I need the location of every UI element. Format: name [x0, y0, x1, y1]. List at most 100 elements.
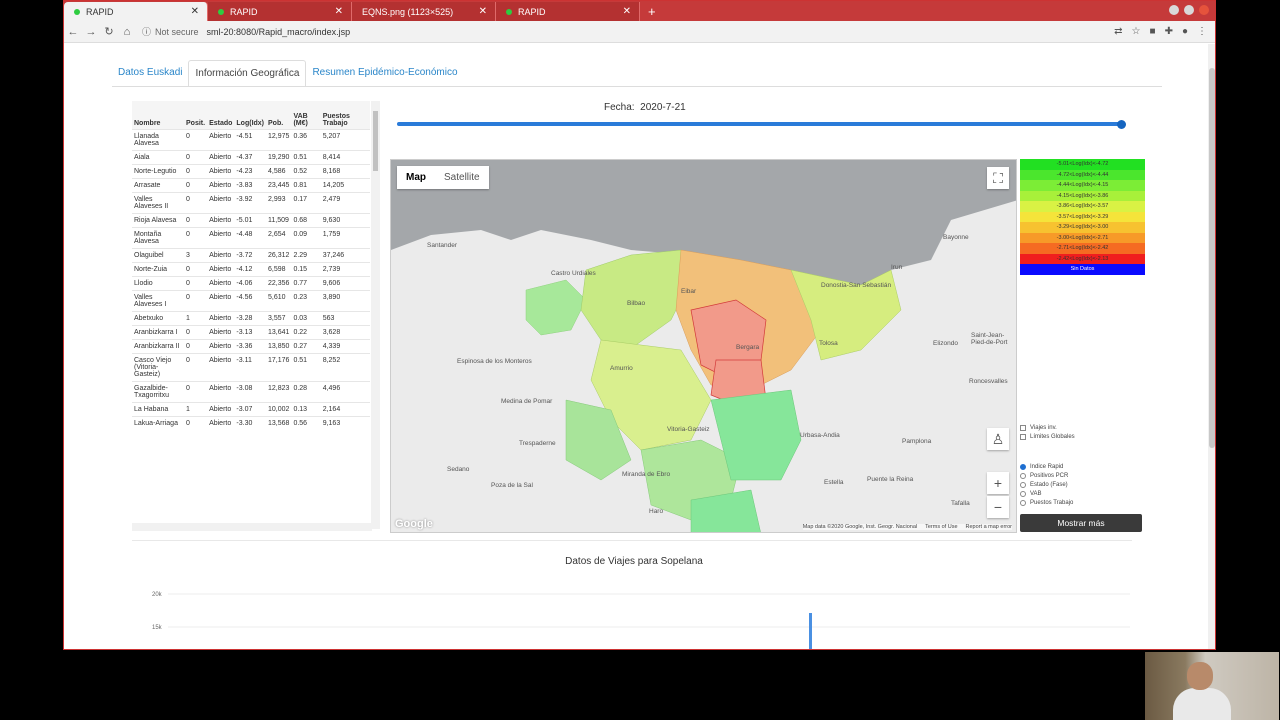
chart-bar[interactable]	[809, 613, 812, 650]
close-window-button[interactable]	[1199, 5, 1209, 15]
checkbox-limites-globales[interactable]: Límites Globales	[1020, 432, 1075, 441]
translate-icon[interactable]: ⇄	[1114, 26, 1122, 37]
table-cell: 0.15	[291, 261, 321, 276]
back-icon[interactable]: ←	[64, 26, 82, 38]
table-row[interactable]: Lakua-Arriaga 0 Abierto -3.30 13,568 0.56 9,16…	[132, 415, 370, 430]
checkbox[interactable]	[1020, 433, 1026, 440]
table-header-cell[interactable]: Posit.	[184, 101, 208, 129]
new-tab-button[interactable]: +	[640, 2, 664, 21]
map-canvas[interactable]	[391, 160, 1017, 533]
radio-positivos-pcr[interactable]: Positivos PCR	[1020, 471, 1073, 480]
legend-item: -2.71<Log(Idx)<-2.42	[1020, 243, 1145, 254]
table-row[interactable]: Olaguibel 3 Abierto -3.72 26,312 2.29 37,246	[132, 247, 370, 262]
legend-item: -3.86<Log(Idx)<-3.57	[1020, 201, 1145, 212]
page-scrollbar[interactable]	[1208, 44, 1215, 649]
table-cell: 4,586	[266, 163, 292, 178]
table-row[interactable]: Abetxuko 1 Abierto -3.28 3,557 0.03 563	[132, 310, 370, 325]
table-header-cell[interactable]: Log(Idx)	[234, 101, 267, 129]
tab-datos-euskadi[interactable]: Datos Euskadi	[112, 60, 188, 87]
table-row[interactable]: Gazalbide-Txagorritxu 0 Abierto -3.08 12,823…	[132, 380, 370, 402]
menu-icon[interactable]: ⋮	[1197, 26, 1207, 37]
zoom-in-button[interactable]: +	[987, 472, 1009, 494]
table-row[interactable]: Montaña Alavesa 0 Abierto -4.48 2,654 0.09 1,7…	[132, 226, 370, 248]
url-text[interactable]: sml-20:8080/Rapid_macro/index.jsp	[207, 27, 351, 37]
table-cell: Llanada Alavesa	[132, 128, 184, 150]
table-row[interactable]: Llanada Alavesa 0 Abierto -4.51 12,975 0.36 5,…	[132, 128, 370, 150]
info-icon[interactable]: ⓘ	[142, 25, 151, 38]
table-row[interactable]: Norte-Legutio 0 Abierto -4.23 4,586 0.52 8,168	[132, 163, 370, 178]
table-cell: -3.72	[234, 247, 267, 262]
close-tab-icon[interactable]: ✕	[335, 6, 343, 17]
table-row[interactable]: Valles Alaveses II 0 Abierto -3.92 2,993 0.17…	[132, 191, 370, 213]
legend-item: -4.44<Log(Idx)<-4.15	[1020, 180, 1145, 191]
browser-tab-eqns[interactable]: EQNS.png (1123×525) ✕	[352, 2, 496, 21]
table-cell: 0.23	[291, 289, 321, 311]
map-type-map-button[interactable]: Map	[397, 166, 435, 189]
table-cell: Aranbizkarra II	[132, 338, 184, 353]
extension-icon[interactable]: ■	[1150, 26, 1156, 37]
bookmark-star-icon[interactable]: ☆	[1132, 26, 1141, 37]
address-bar[interactable]: ⓘ Not secure sml-20:8080/Rapid_macro/ind…	[142, 25, 350, 38]
radio-button[interactable]	[1020, 499, 1026, 506]
table-vertical-scrollbar[interactable]	[371, 101, 380, 529]
table-row[interactable]: Norte-Zuia 0 Abierto -4.12 6,598 0.15 2,739	[132, 261, 370, 276]
scrollbar-thumb[interactable]	[373, 111, 378, 171]
table-row[interactable]: Rioja Alavesa 0 Abierto -5.01 11,509 0.68 9,63…	[132, 212, 370, 227]
table-row[interactable]: La Habana 1 Abierto -3.07 10,002 0.13 2,164	[132, 401, 370, 416]
report-map-error-link[interactable]: Report a map error	[966, 524, 1012, 530]
radio-button[interactable]	[1020, 490, 1026, 497]
table-header-cell[interactable]: Nombre	[132, 101, 184, 129]
date-slider[interactable]	[397, 119, 1126, 129]
table-header-cell[interactable]: Puestos Trabajo	[320, 101, 370, 129]
fullscreen-icon[interactable]: ⛶	[987, 167, 1009, 189]
table-cell: Valles Alaveses II	[132, 191, 184, 213]
forward-icon[interactable]: →	[82, 26, 100, 38]
map-type-satellite-button[interactable]: Satellite	[435, 166, 489, 189]
puzzle-icon[interactable]: ✚	[1165, 26, 1173, 37]
table-row[interactable]: Aranbizkarra I 0 Abierto -3.13 13,641 0.22 3,6…	[132, 324, 370, 339]
tab-resumen-epidemico[interactable]: Resumen Epidémico-Económico	[306, 60, 463, 87]
home-icon[interactable]: ⌂	[118, 26, 136, 38]
minimize-button[interactable]	[1169, 5, 1179, 15]
table-header-cell[interactable]: Estado	[207, 101, 235, 129]
mostrar-mas-button[interactable]: Mostrar más	[1020, 514, 1142, 532]
table-row[interactable]: Aiala 0 Abierto -4.37 19,290 0.51 8,414	[132, 149, 370, 164]
browser-tab-rapid-2[interactable]: RAPID ✕	[208, 2, 352, 21]
table-header-cell[interactable]: Pob.	[266, 101, 292, 129]
checkbox[interactable]	[1020, 424, 1026, 431]
radio-puestos-trabajo[interactable]: Puestos Trabajo	[1020, 498, 1073, 507]
tab-informacion-geografica[interactable]: Información Geográfica	[188, 60, 307, 87]
table-cell: Abierto	[207, 338, 235, 353]
close-tab-icon[interactable]: ✕	[623, 6, 631, 17]
scrollbar-thumb[interactable]	[1209, 68, 1215, 448]
browser-tab-rapid-3[interactable]: RAPID ✕	[496, 2, 640, 21]
table-horizontal-scrollbar[interactable]	[132, 523, 372, 531]
checkbox-viajes-inv[interactable]: Viajes inv.	[1020, 423, 1075, 432]
profile-icon[interactable]: ●	[1182, 26, 1188, 37]
map-view[interactable]: Santander Bilbao Vitoria-Gasteiz Donosti…	[390, 159, 1017, 533]
table-cell: 0	[184, 163, 208, 178]
radio-button[interactable]	[1020, 472, 1026, 479]
radio-button[interactable]	[1020, 481, 1026, 488]
table-row[interactable]: Casco Viejo (Vitoria-Gasteiz) 0 Abierto -3.…	[132, 352, 370, 381]
radio-indice-rapid[interactable]: Indice Rapid	[1020, 462, 1073, 471]
radio-button[interactable]	[1020, 463, 1026, 470]
reload-icon[interactable]: ↻	[100, 25, 118, 38]
browser-tab-rapid-1[interactable]: RAPID ✕	[64, 2, 208, 21]
table-cell: 0.36	[291, 128, 321, 150]
close-tab-icon[interactable]: ✕	[191, 6, 199, 17]
slider-thumb[interactable]	[1117, 119, 1126, 129]
zoom-out-button[interactable]: −	[987, 496, 1009, 518]
table-row[interactable]: Arrasate 0 Abierto -3.83 23,445 0.81 14,205	[132, 177, 370, 192]
table-header-cell[interactable]: VAB (M€)	[291, 101, 321, 129]
radio-estado-fase[interactable]: Estado (Fase)	[1020, 480, 1073, 489]
maximize-button[interactable]	[1184, 5, 1194, 15]
table-cell: -3.28	[234, 310, 267, 325]
table-row[interactable]: Valles Alaveses I 0 Abierto -4.56 5,610 0.23 3…	[132, 289, 370, 311]
close-tab-icon[interactable]: ✕	[479, 6, 487, 17]
street-view-pegman-icon[interactable]: ♙	[987, 428, 1009, 450]
table-row[interactable]: Aranbizkarra II 0 Abierto -3.36 13,850 0.27 4,…	[132, 338, 370, 353]
radio-vab[interactable]: VAB	[1020, 489, 1073, 498]
terms-link[interactable]: Terms of Use	[925, 524, 957, 530]
table-row[interactable]: Llodio 0 Abierto -4.06 22,356 0.77 9,606	[132, 275, 370, 290]
